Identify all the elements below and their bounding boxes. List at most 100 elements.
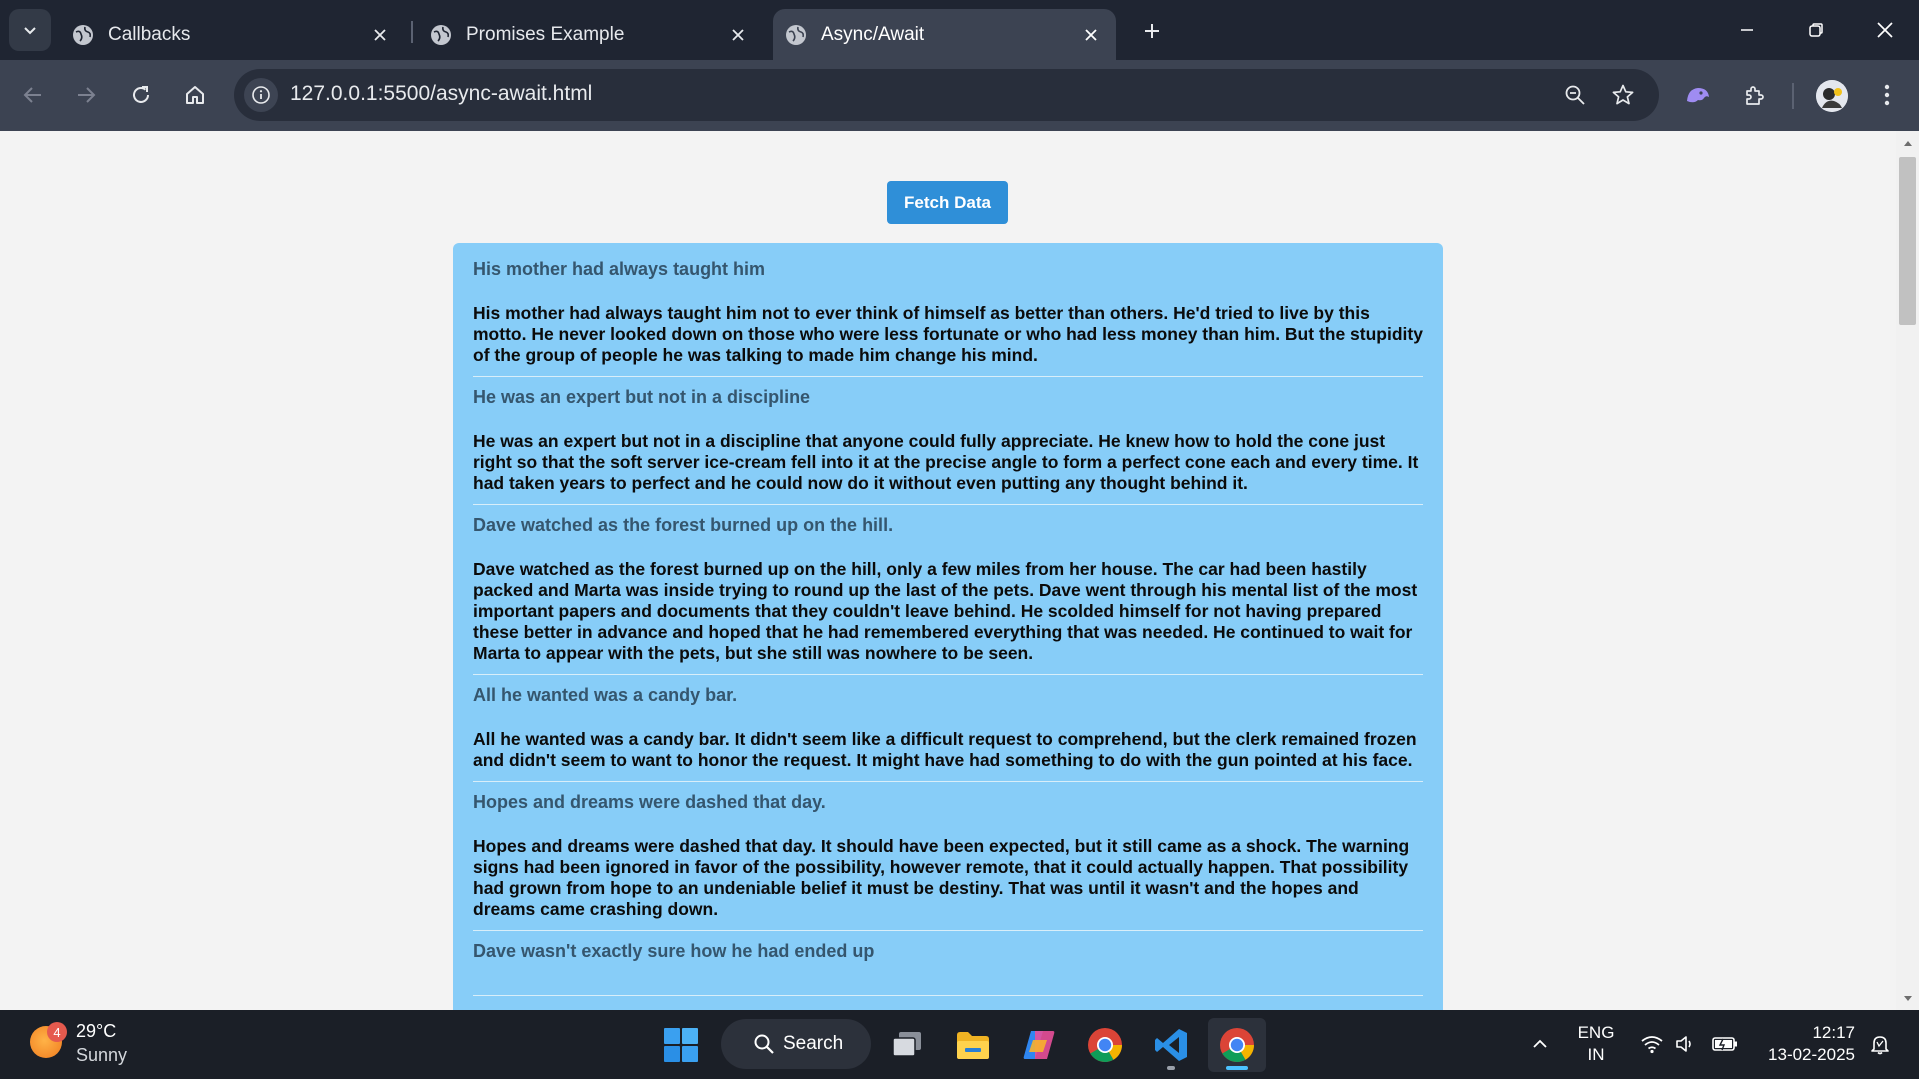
close-icon: [1877, 22, 1893, 38]
tab-callbacks[interactable]: Callbacks: [60, 9, 405, 60]
post-body: All he wanted was a candy bar. It didn't…: [473, 729, 1417, 770]
language-code: ENG: [1577, 1023, 1615, 1042]
language-region: IN: [1587, 1045, 1605, 1064]
tab-separator: [411, 21, 413, 43]
copilot-button[interactable]: [1010, 1018, 1068, 1072]
reload-icon: [133, 86, 149, 103]
search-icon: [754, 1034, 774, 1054]
tab-async-await[interactable]: Async/Await: [773, 9, 1116, 60]
posts-container: His mother had always taught him His mot…: [453, 243, 1443, 1010]
chrome-active-button[interactable]: [1208, 1018, 1266, 1072]
url-text[interactable]: 127.0.0.1:5500/async-await.html: [290, 82, 592, 106]
post-title: All he wanted was a candy bar.: [473, 685, 738, 705]
file-explorer-button[interactable]: [944, 1018, 1002, 1072]
windows-taskbar: 4 29°C Sunny Search ENG IN 12:17 13-02-2…: [0, 1010, 1919, 1079]
post-item: His mother had always taught him His mot…: [473, 257, 1423, 377]
task-view-button[interactable]: [878, 1018, 936, 1072]
task-view-icon: [892, 1032, 921, 1057]
post-title: Dave watched as the forest burned up on …: [473, 515, 894, 535]
speaker-volume-icon[interactable]: [1672, 1024, 1700, 1064]
vscode-button[interactable]: [1142, 1018, 1200, 1072]
chrome-icon: [1220, 1028, 1254, 1062]
arrow-left-icon: [23, 87, 41, 103]
back-button[interactable]: [12, 74, 54, 116]
tab-search-button[interactable]: [9, 9, 51, 51]
post-body: Dave watched as the forest burned up on …: [473, 559, 1418, 663]
globe-icon: [786, 24, 806, 45]
input-language[interactable]: ENG IN: [1574, 1022, 1618, 1066]
active-indicator: [1226, 1066, 1248, 1070]
weather-condition: Sunny: [76, 1045, 128, 1065]
clock-date: 13-02-2025: [1768, 1045, 1855, 1064]
running-indicator: [1167, 1066, 1175, 1070]
globe-icon: [73, 24, 93, 45]
system-clock[interactable]: 12:17 13-02-2025: [1745, 1022, 1855, 1066]
scroll-up-arrow-icon[interactable]: [1902, 137, 1913, 148]
copilot-icon: [1023, 1031, 1055, 1059]
post-title: Dave wasn't exactly sure how he had ende…: [473, 941, 875, 961]
post-title: His mother had always taught him: [473, 259, 766, 279]
address-bar[interactable]: 127.0.0.1:5500/async-await.html: [234, 69, 1659, 121]
minimize-icon: [1741, 29, 1753, 31]
post-item: He was an expert but not in a discipline…: [473, 385, 1423, 505]
post-title: Hopes and dreams were dashed that day.: [473, 792, 826, 812]
page-viewport: Fetch Data His mother had always taught …: [0, 131, 1896, 1010]
home-icon: [186, 86, 204, 104]
extension-puzzle-creature-icon[interactable]: [1677, 74, 1719, 116]
zoom-icon[interactable]: [1558, 78, 1592, 112]
post-item: Dave watched as the forest burned up on …: [473, 513, 1423, 675]
tab-title: Async/Await: [821, 23, 925, 45]
tab-title: Callbacks: [108, 23, 191, 45]
toolbar-divider: [1792, 83, 1794, 109]
profile-avatar[interactable]: [1816, 80, 1848, 112]
chrome-icon: [1088, 1028, 1122, 1062]
scroll-down-arrow-icon[interactable]: [1902, 993, 1913, 1004]
home-button[interactable]: [174, 74, 216, 116]
restore-button[interactable]: [1788, 8, 1844, 52]
tab-title: Promises Example: [466, 23, 625, 45]
post-item: Dave wasn't exactly sure how he had ende…: [473, 939, 1423, 996]
menu-kebab-icon[interactable]: [1866, 74, 1908, 116]
scrollbar-thumb[interactable]: [1899, 157, 1916, 325]
forward-button[interactable]: [65, 74, 107, 116]
weather-temperature: 29°C: [76, 1021, 117, 1041]
search-label: Search: [783, 1033, 844, 1054]
taskbar-search[interactable]: Search: [721, 1019, 871, 1069]
post-title: He was an expert but not in a discipline: [473, 387, 811, 407]
battery-icon[interactable]: [1710, 1024, 1740, 1064]
globe-icon: [431, 24, 451, 45]
page-scrollbar[interactable]: [1896, 131, 1919, 1010]
tab-promises-example[interactable]: Promises Example: [418, 9, 763, 60]
restore-icon: [1809, 23, 1823, 37]
windows-logo-icon: [664, 1028, 698, 1062]
post-item: Hopes and dreams were dashed that day. H…: [473, 790, 1423, 931]
plus-icon: [1145, 24, 1159, 38]
clock-time: 12:17: [1812, 1023, 1855, 1042]
extensions-icon[interactable]: [1733, 74, 1775, 116]
post-body: His mother had always taught him not to …: [473, 303, 1423, 365]
chrome-button[interactable]: [1076, 1018, 1134, 1072]
tab-strip: Callbacks Promises Example Async/Await: [0, 0, 1919, 60]
folder-icon: [957, 1032, 989, 1059]
close-window-button[interactable]: [1857, 8, 1913, 52]
vscode-icon: [1155, 1029, 1187, 1061]
wifi-icon[interactable]: [1638, 1024, 1666, 1064]
browser-toolbar: 127.0.0.1:5500/async-await.html: [0, 60, 1919, 131]
close-icon[interactable]: [1076, 20, 1106, 50]
close-icon[interactable]: [365, 20, 395, 50]
fetch-data-button[interactable]: Fetch Data: [887, 181, 1008, 224]
start-button[interactable]: [652, 1018, 710, 1072]
post-body: Hopes and dreams were dashed that day. I…: [473, 836, 1410, 919]
chevron-down-icon: [24, 27, 36, 35]
close-icon[interactable]: [723, 20, 753, 50]
post-body: He was an expert but not in a discipline…: [473, 431, 1419, 493]
bookmark-star-icon[interactable]: [1606, 78, 1640, 112]
show-hidden-icons-chevron-up-icon[interactable]: [1528, 1024, 1552, 1064]
arrow-right-icon: [78, 87, 96, 103]
reload-button[interactable]: [120, 74, 162, 116]
notification-badge: 4: [47, 1022, 67, 1042]
new-tab-button[interactable]: [1135, 14, 1169, 48]
minimize-button[interactable]: [1719, 8, 1775, 52]
site-info-icon[interactable]: [244, 78, 278, 112]
notification-bell-icon[interactable]: [1865, 1024, 1895, 1064]
